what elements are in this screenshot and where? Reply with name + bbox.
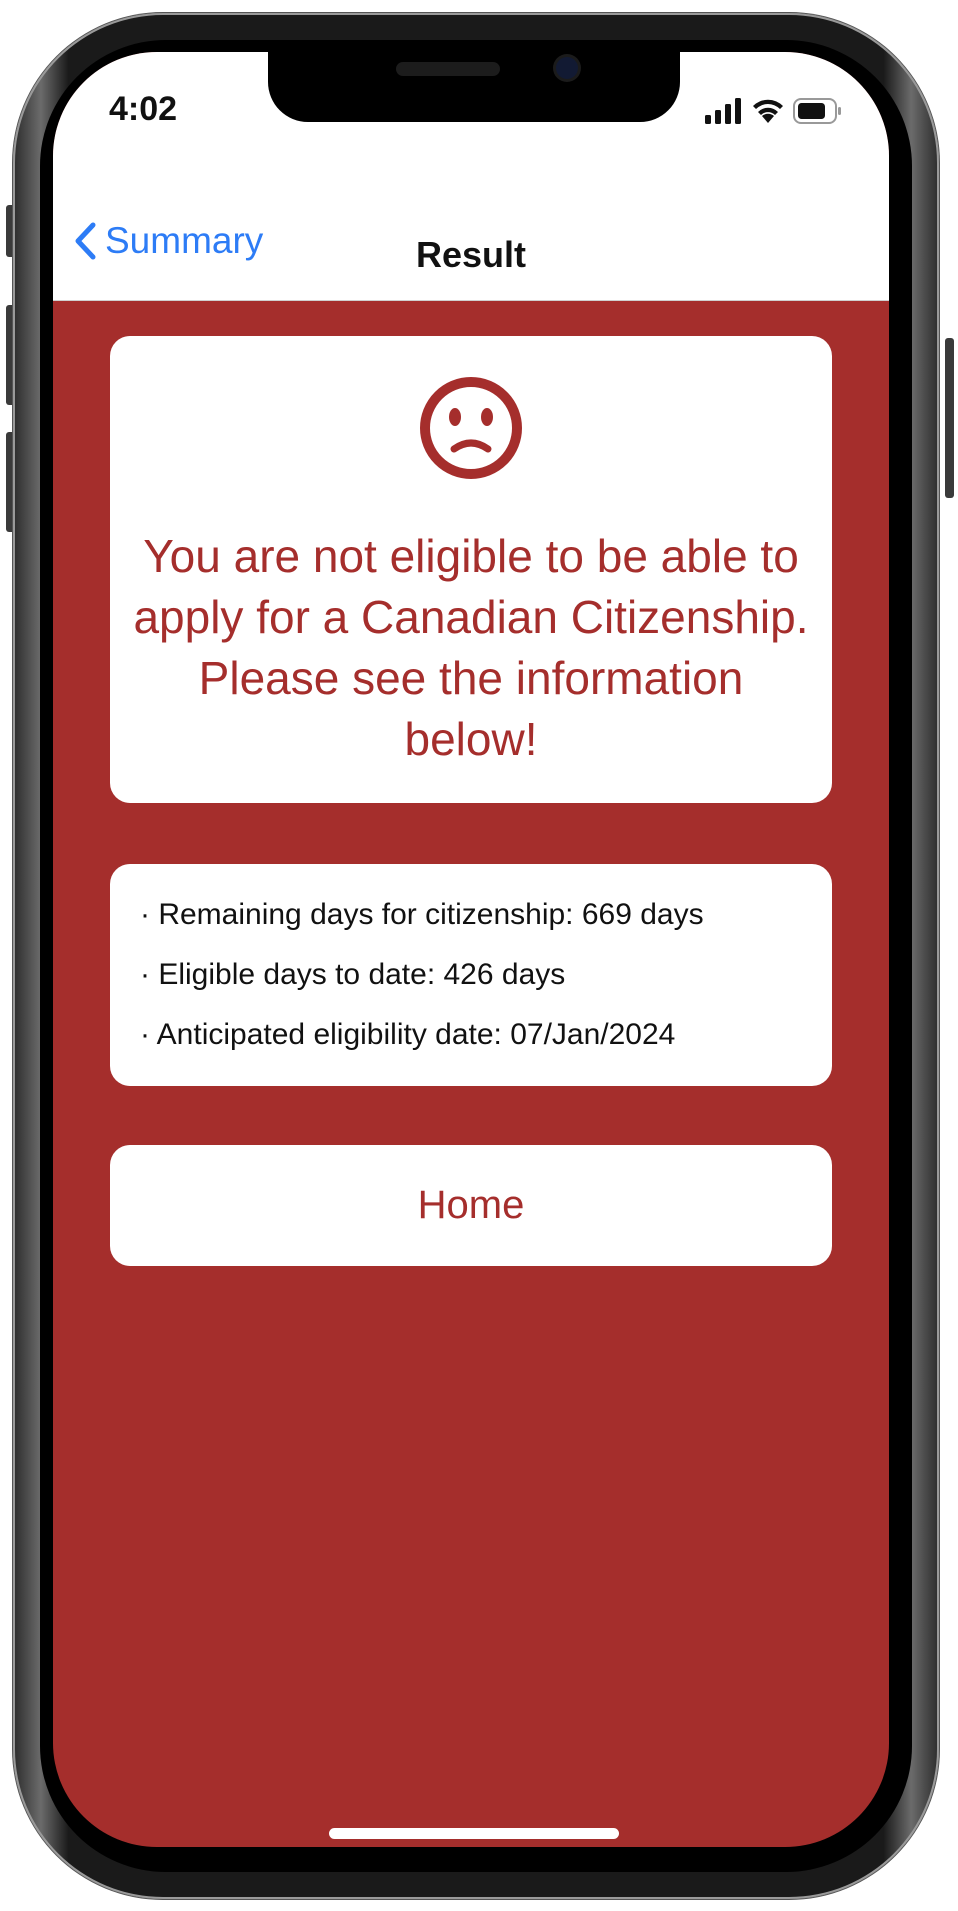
status-icons	[705, 96, 855, 124]
info-card: · Remaining days for citizenship: 669 da…	[110, 864, 832, 1086]
info-item-remaining-days: · Remaining days for citizenship: 669 da…	[140, 898, 704, 931]
result-card: You are not eligible to be able to apply…	[110, 336, 832, 803]
info-item-eligible-days: · Eligible days to date: 426 days	[140, 958, 566, 991]
info-list: · Remaining days for citizenship: 669 da…	[140, 896, 704, 1076]
battery-icon	[793, 98, 841, 124]
status-bar: 4:02	[53, 52, 889, 172]
home-button-label: Home	[417, 1183, 525, 1227]
home-indicator[interactable]	[329, 1828, 619, 1839]
screen: 4:02 Summary Result You are not eligible…	[53, 52, 889, 1847]
navigation-bar: Summary Result	[53, 172, 889, 301]
front-camera	[556, 57, 578, 79]
sad-face-icon	[420, 377, 522, 479]
eligibility-message: You are not eligible to be able to apply…	[133, 530, 809, 765]
home-button[interactable]: Home	[110, 1145, 832, 1266]
power-button	[945, 338, 954, 498]
page-title: Result	[415, 234, 527, 275]
earpiece-speaker	[396, 62, 500, 76]
status-time: 4:02	[109, 90, 178, 128]
notch	[268, 52, 680, 122]
info-item-eligibility-date: · Anticipated eligibility date: 07/Jan/2…	[140, 1018, 676, 1051]
cellular-signal-icon	[705, 98, 741, 124]
wifi-icon	[753, 99, 783, 123]
